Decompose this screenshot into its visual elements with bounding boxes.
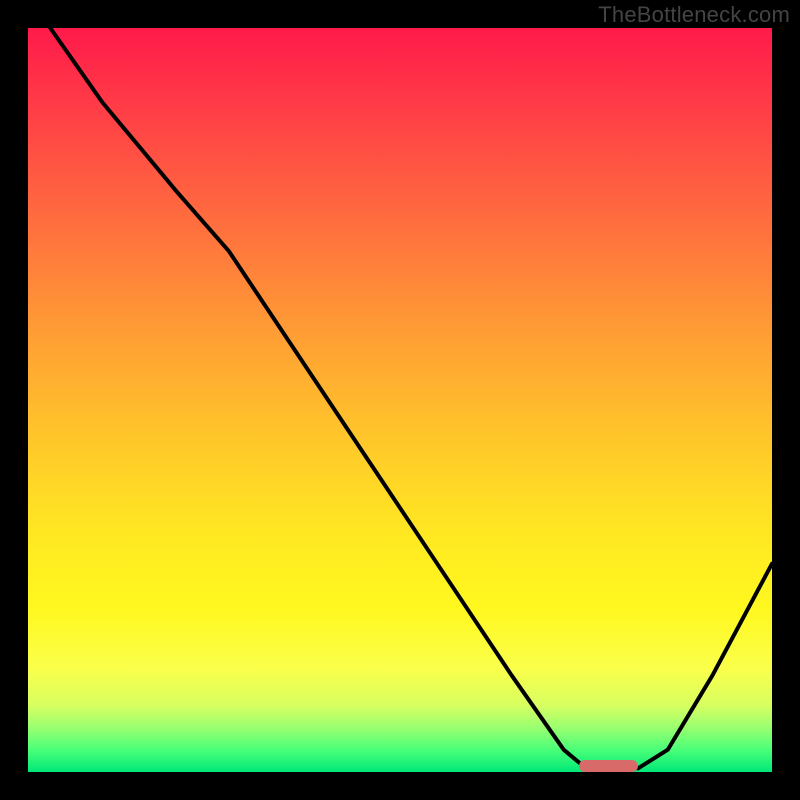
plot-area: [28, 28, 772, 772]
optimal-range-marker: [579, 760, 639, 772]
watermark-text: TheBottleneck.com: [598, 2, 790, 28]
bottleneck-curve: [28, 28, 772, 772]
